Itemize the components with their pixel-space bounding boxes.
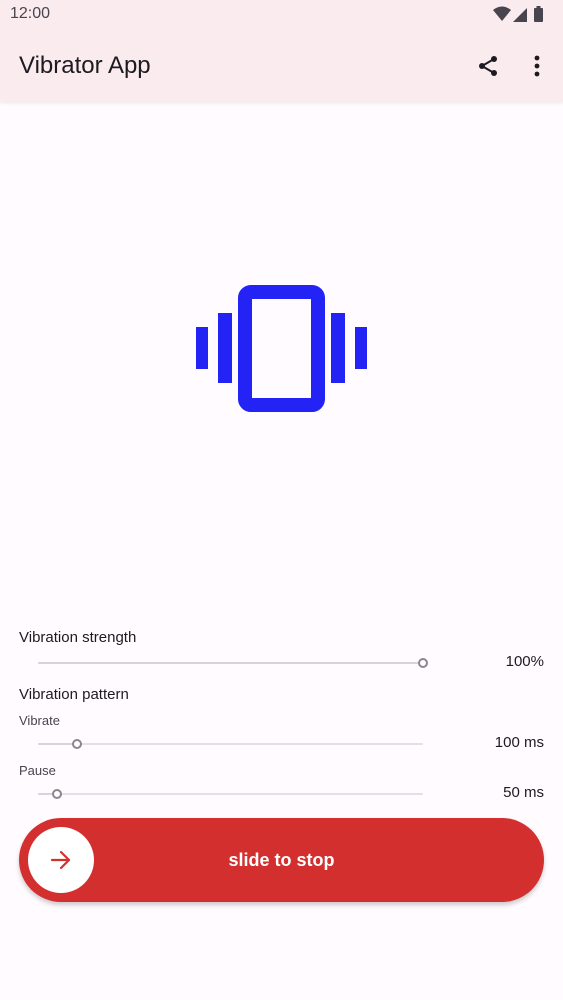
strength-slider-fill: [38, 662, 423, 664]
strength-value: 100%: [505, 653, 544, 670]
slide-to-stop-label: slide to stop: [228, 850, 335, 870]
pattern-label: Vibration pattern: [19, 686, 129, 703]
more-options-button[interactable]: [519, 48, 555, 84]
vibrate-value: 100 ms: [494, 734, 544, 751]
share-button[interactable]: [470, 48, 506, 84]
screen: 12:00 Vibrator App Vibration strength 10…: [0, 0, 563, 1000]
battery-icon: [534, 6, 543, 22]
pause-value: 50 ms: [503, 784, 544, 801]
pause-slider[interactable]: [38, 787, 423, 801]
vibrate-label: Vibrate: [19, 713, 60, 728]
slide-to-stop-control[interactable]: slide to stop: [19, 818, 544, 902]
status-bar: 12:00: [0, 0, 563, 30]
wifi-icon: [493, 6, 511, 21]
strength-label: Vibration strength: [19, 629, 137, 646]
arrow-right-icon: [50, 850, 71, 870]
status-time: 12:00: [10, 5, 51, 22]
strength-slider[interactable]: [38, 656, 428, 670]
app-title: Vibrator App: [19, 52, 151, 79]
app-bar: Vibrator App: [0, 30, 563, 102]
more-vert-icon: [534, 55, 540, 77]
vibrate-slider-track: [38, 743, 423, 745]
vibrate-slider[interactable]: [38, 737, 423, 751]
vibrate-slider-thumb[interactable]: [72, 739, 82, 749]
pause-slider-track: [38, 793, 423, 795]
strength-slider-thumb[interactable]: [418, 658, 428, 668]
slide-handle[interactable]: [28, 827, 94, 893]
pause-label: Pause: [19, 763, 56, 778]
pause-slider-thumb[interactable]: [52, 789, 62, 799]
signal-icon: [513, 8, 527, 22]
vibration-icon: [196, 285, 367, 412]
share-icon: [479, 56, 497, 76]
